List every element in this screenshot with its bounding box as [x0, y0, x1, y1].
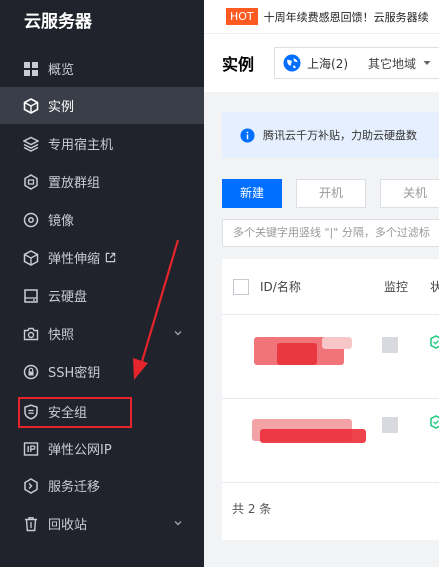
column-header-id[interactable]: ID/名称 — [260, 278, 301, 295]
sidebar-item-label: 服务迁移 — [48, 480, 101, 495]
sidebar-item-label: 专用宿主机 — [48, 138, 114, 153]
layers-icon — [22, 135, 40, 153]
redacted-name — [260, 429, 366, 443]
table-row[interactable] — [222, 399, 439, 483]
migrate-icon — [22, 477, 40, 495]
ip-icon — [22, 440, 40, 458]
sidebar-item-elastic-ip[interactable]: 弹性公网IP — [0, 430, 204, 467]
external-link-icon — [105, 252, 116, 263]
sidebar-item-label: SSH密钥 — [48, 366, 101, 381]
sidebar-item-label: 回收站 — [48, 518, 88, 533]
search-input[interactable]: 多个关键字用竖线 "|" 分隔，多个过滤标 — [222, 219, 439, 247]
sidebar-item-label: 安全组 — [48, 406, 88, 421]
sidebar: 云服务器 概览 实例 专用宿主机 置放群组 镜像 弹性伸缩 云硬盘 快照 SSH… — [0, 0, 204, 567]
sidebar-item-label: 实例 — [48, 100, 75, 115]
instance-table: ID/名称 监控 状 共 2 条 — [222, 259, 439, 540]
sidebar-item-label: 概览 — [48, 63, 75, 78]
column-header-monitor: 监控 — [384, 280, 409, 294]
chevron-down-icon[interactable] — [172, 327, 184, 339]
table-row[interactable] — [222, 315, 439, 399]
disc-icon — [22, 211, 40, 229]
grid-icon — [22, 60, 40, 78]
camera-icon — [22, 325, 40, 343]
notice-text: 腾讯云千万补贴，力助云硬盘数 — [263, 129, 417, 142]
monitor-icon[interactable] — [382, 337, 398, 353]
running-status-icon — [430, 415, 439, 429]
stop-button[interactable]: 关机 — [380, 179, 439, 208]
product-title: 云服务器 — [24, 12, 92, 32]
select-all-checkbox[interactable] — [233, 278, 249, 295]
sidebar-item-label: 云硬盘 — [48, 290, 88, 305]
redacted-name — [322, 337, 352, 349]
new-instance-button[interactable]: 新建 — [222, 179, 283, 208]
caret-down-icon[interactable] — [422, 58, 432, 68]
sidebar-item-auto-scaling[interactable]: 弹性伸缩 — [0, 239, 204, 276]
shield-icon — [22, 403, 40, 421]
sidebar-item-images[interactable]: 镜像 — [0, 201, 204, 238]
monitor-icon[interactable] — [382, 417, 398, 433]
sidebar-item-overview[interactable]: 概览 — [0, 50, 204, 87]
info-icon — [240, 127, 255, 143]
trash-icon — [22, 515, 40, 533]
sidebar-item-label: 弹性公网IP — [48, 443, 112, 458]
drive-icon — [22, 287, 40, 305]
chevron-down-icon[interactable] — [172, 517, 184, 529]
sidebar-item-label: 弹性伸缩 — [48, 252, 101, 267]
sidebar-item-label: 快照 — [48, 328, 75, 343]
page-title: 实例 — [222, 55, 255, 74]
cube-icon — [22, 97, 40, 115]
sidebar-item-ssh-key[interactable]: SSH密钥 — [0, 353, 204, 390]
sidebar-item-placement-group[interactable]: 置放群组 — [0, 163, 204, 200]
main-content: HOT 十周年续费感恩回馈！云服务器续 实例 上海(2) 其它地域 腾讯云千万补… — [204, 0, 439, 567]
region-current[interactable]: 上海(2) — [307, 55, 348, 72]
sidebar-item-migration[interactable]: 服务迁移 — [0, 467, 204, 504]
hot-badge: HOT — [226, 8, 258, 25]
sidebar-item-label: 置放群组 — [48, 176, 101, 191]
sidebar-item-dedicated-host[interactable]: 专用宿主机 — [0, 125, 204, 162]
promo-text[interactable]: 十周年续费感恩回馈！云服务器续 — [264, 9, 429, 25]
box-icon — [22, 249, 40, 267]
table-header: ID/名称 监控 状 — [222, 259, 439, 315]
region-selector[interactable]: 上海(2) 其它地域 — [274, 47, 439, 79]
notice-banner: 腾讯云千万补贴，力助云硬盘数 — [222, 112, 439, 158]
column-header-status: 状 — [430, 280, 439, 294]
sidebar-item-recycle-bin[interactable]: 回收站 — [0, 505, 204, 542]
hexagon-icon — [22, 173, 40, 191]
sidebar-item-security-group[interactable]: 安全组 — [0, 393, 204, 430]
sidebar-item-cloud-disk[interactable]: 云硬盘 — [0, 277, 204, 314]
globe-icon — [283, 54, 301, 72]
promo-bar[interactable]: HOT 十周年续费感恩回馈！云服务器续 — [204, 0, 439, 34]
sidebar-item-label: 镜像 — [48, 214, 75, 229]
redacted-name — [277, 343, 317, 365]
sidebar-item-instances[interactable]: 实例 — [0, 87, 204, 124]
lock-icon — [22, 363, 40, 381]
running-status-icon — [430, 335, 439, 349]
table-footer-count: 共 2 条 — [232, 502, 272, 516]
start-button[interactable]: 开机 — [296, 179, 367, 208]
action-toolbar: 新建 开机 关机 — [222, 179, 439, 208]
page-header: 实例 上海(2) 其它地域 — [204, 34, 439, 92]
region-other[interactable]: 其它地域 — [368, 55, 416, 72]
sidebar-item-snapshot[interactable]: 快照 — [0, 315, 204, 352]
